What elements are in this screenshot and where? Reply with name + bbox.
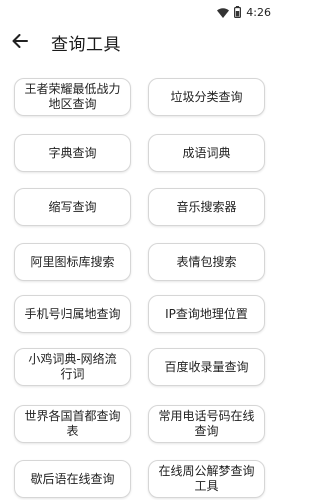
tool-button-dictionary[interactable]: 字典查询: [14, 134, 131, 172]
page-title: 查询工具: [51, 35, 121, 55]
tool-button-sticker-search[interactable]: 表情包搜索: [148, 243, 265, 281]
tool-button-baidu-index[interactable]: 百度收录量查询: [148, 348, 265, 386]
tool-button-idiom-dictionary[interactable]: 成语词典: [148, 134, 265, 172]
battery-icon: [234, 3, 242, 22]
tool-button-phone-directory[interactable]: 常用电话号码在线 查询: [148, 405, 265, 443]
tool-button-music-search[interactable]: 音乐搜索器: [148, 188, 265, 226]
tool-button-xiehouyu[interactable]: 歇后语在线查询: [14, 460, 131, 498]
tool-button-world-capitals[interactable]: 世界各国首都查询 表: [14, 405, 131, 443]
tool-button-iconfont-search[interactable]: 阿里图标库搜索: [14, 243, 131, 281]
tool-button-phone-location[interactable]: 手机号归属地查询: [14, 295, 131, 333]
tool-button-dream-interpretation[interactable]: 在线周公解梦查询 工具: [148, 460, 265, 498]
wifi-icon: [217, 3, 230, 22]
tool-button-slang-dictionary[interactable]: 小鸡词典-网络流 行词: [14, 348, 131, 386]
status-time: 4:26: [246, 5, 271, 19]
app-bar: 查询工具: [0, 24, 279, 60]
status-bar: 4:26: [0, 0, 279, 24]
arrow-left-icon: [12, 33, 28, 52]
back-button[interactable]: [8, 28, 32, 56]
tool-button-honor-of-kings[interactable]: 王者荣耀最低战力 地区查询: [14, 78, 131, 116]
tool-button-ip-location[interactable]: IP查询地理位置: [148, 295, 265, 333]
tool-button-garbage-sorting[interactable]: 垃圾分类查询: [148, 78, 265, 116]
status-icons: 4:26: [217, 3, 271, 21]
tool-button-abbreviation[interactable]: 缩写查询: [14, 188, 131, 226]
